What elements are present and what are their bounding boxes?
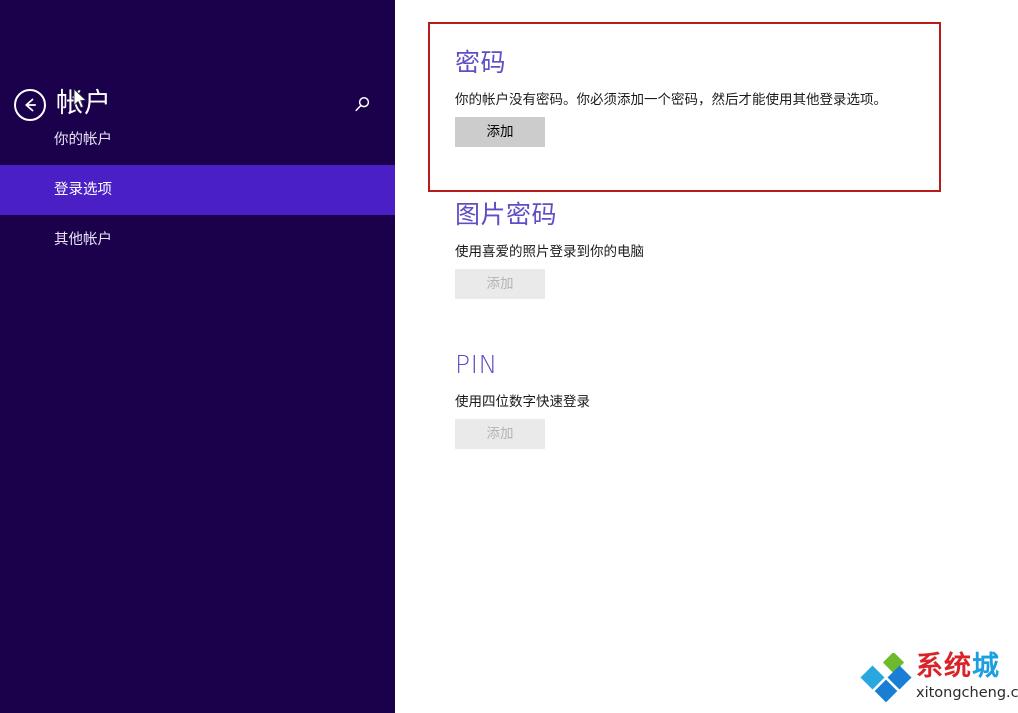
add-password-button[interactable]: 添加	[455, 117, 545, 147]
watermark-brand-primary: 系统	[916, 651, 972, 682]
section-password: 密码 你的帐户没有密码。你必须添加一个密码，然后才能使用其他登录选项。 添加	[455, 46, 887, 147]
section-title: 密码	[455, 48, 507, 77]
section-description: 你的帐户没有密码。你必须添加一个密码，然后才能使用其他登录选项。	[455, 92, 887, 108]
pc-settings-accounts-screen: 帐户 你的帐户 登录选项 其他帐户 密码 你的帐户没有密码。你必须添加一个密码，…	[0, 0, 1018, 713]
watermark-domain: xitongcheng.com	[916, 685, 1018, 701]
sidebar-header: 帐户	[0, 40, 395, 121]
sidebar-item-label: 其他帐户	[54, 232, 112, 248]
watermark-brand-secondary: 城	[972, 651, 1000, 682]
content-panel: 密码 你的帐户没有密码。你必须添加一个密码，然后才能使用其他登录选项。 添加 图…	[395, 0, 1018, 713]
sidebar-item-your-account[interactable]: 你的帐户	[0, 115, 395, 165]
add-pin-button: 添加	[455, 419, 545, 449]
sidebar-item-sign-in-options[interactable]: 登录选项	[0, 165, 395, 215]
sidebar-item-other-accounts[interactable]: 其他帐户	[0, 215, 395, 265]
section-title: 图片密码	[455, 200, 558, 229]
sidebar: 帐户 你的帐户 登录选项 其他帐户	[0, 0, 395, 713]
add-picture-password-button: 添加	[455, 269, 545, 299]
sidebar-nav-list: 你的帐户 登录选项 其他帐户	[0, 115, 395, 265]
section-description: 使用四位数字快速登录	[455, 394, 590, 410]
sidebar-item-label: 你的帐户	[54, 132, 112, 148]
diamond-cluster-logo-icon	[860, 651, 912, 709]
section-picture-password: 图片密码 使用喜爱的照片登录到你的电脑 添加	[455, 198, 644, 299]
sidebar-item-label: 登录选项	[54, 182, 112, 198]
watermark: 系统城 xitongcheng.com	[860, 651, 1018, 709]
section-title: PIN	[455, 350, 498, 379]
watermark-brand: 系统城	[916, 651, 1000, 683]
section-pin: PIN 使用四位数字快速登录 添加	[455, 348, 590, 449]
section-description: 使用喜爱的照片登录到你的电脑	[455, 244, 644, 260]
